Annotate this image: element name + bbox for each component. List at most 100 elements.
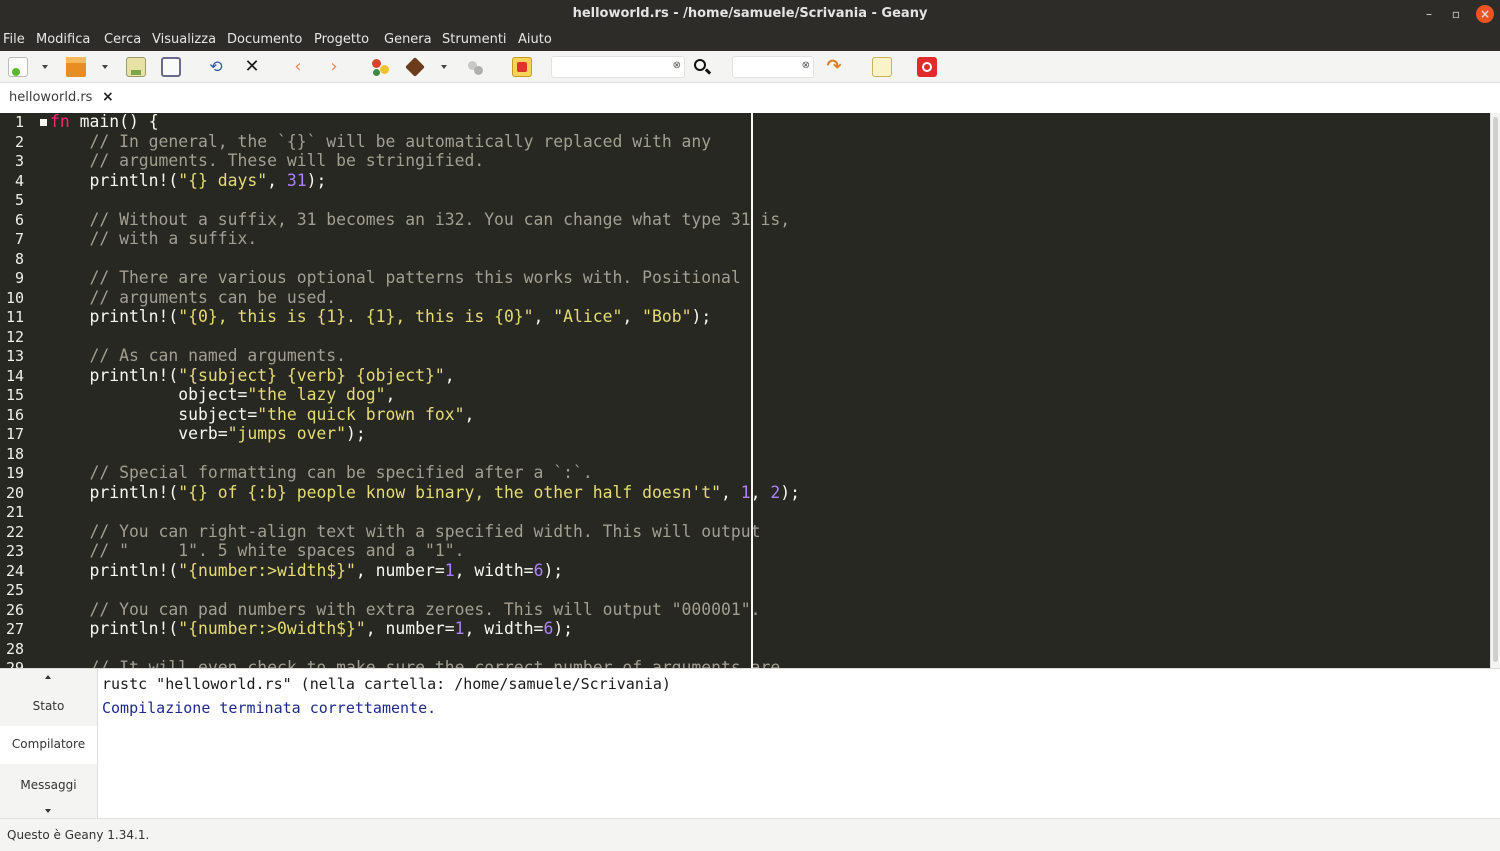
open-file-icon[interactable]: [66, 57, 86, 77]
document-tabs: helloworld.rs ×: [0, 83, 1500, 113]
close-window-button[interactable]: ×: [1476, 5, 1494, 23]
build-icon[interactable]: [405, 57, 425, 77]
long-line-marker: [751, 113, 753, 668]
code-line[interactable]: // You can pad numbers with extra zeroes…: [50, 600, 760, 619]
save-icon[interactable]: [126, 57, 146, 77]
line-number: 6: [14, 210, 24, 229]
chevron-down-icon[interactable]: [42, 65, 48, 69]
editor-scrollbar[interactable]: [1490, 113, 1500, 668]
code-line[interactable]: subject="the quick brown fox",: [50, 405, 474, 424]
code-line[interactable]: println!("{} of {:b} people know binary,…: [50, 483, 800, 502]
code-line[interactable]: // It will even check to make sure the c…: [50, 658, 780, 668]
goto-line-input[interactable]: ⊗: [732, 56, 814, 78]
line-number: 18: [5, 444, 24, 463]
code-line[interactable]: // You can right-align text with a speci…: [50, 521, 761, 541]
maximize-button[interactable]: ▫: [1447, 5, 1465, 23]
menu-documento[interactable]: Documento: [227, 32, 302, 47]
code-line[interactable]: // with a suffix.: [50, 229, 257, 248]
menu-cerca[interactable]: Cerca: [104, 32, 141, 47]
line-number: 24: [5, 561, 24, 580]
execute-icon[interactable]: [465, 57, 485, 77]
tab-stato[interactable]: Stato: [0, 686, 97, 726]
code-token: // You can right-align text with a speci…: [50, 521, 761, 541]
code-line[interactable]: // " 1". 5 white spaces and a "1".: [50, 541, 464, 560]
line-number: 29: [5, 659, 24, 668]
line-number: 17: [5, 425, 24, 443]
line-number: 9: [14, 269, 24, 287]
clear-search-icon[interactable]: ⊗: [673, 60, 681, 71]
code-line[interactable]: object="the lazy dog",: [50, 385, 395, 404]
code-line[interactable]: println!("{} days", 31);: [50, 171, 326, 190]
code-token: "jumps over": [227, 424, 347, 443]
code-token: println!(: [50, 365, 179, 385]
line-number: 12: [5, 327, 24, 346]
code-line[interactable]: // arguments. These will be stringified.: [50, 151, 484, 170]
menu-aiuto[interactable]: Aiuto: [518, 32, 552, 47]
code-token: "the lazy dog": [247, 385, 386, 404]
code-token: , number=: [365, 619, 455, 638]
line-number: 3: [14, 152, 24, 170]
code-line[interactable]: println!("{0}, this is {1}. {1}, this is…: [50, 307, 711, 326]
line-number: 23: [5, 542, 24, 560]
quit-icon[interactable]: [917, 57, 937, 77]
menu-file[interactable]: File: [3, 32, 25, 47]
code-token: println!(: [50, 307, 179, 326]
code-token: 1: [454, 619, 465, 638]
code-line[interactable]: // Special formatting can be specified a…: [50, 463, 592, 482]
jump-to-line-icon[interactable]: ↷: [824, 57, 844, 77]
menu-modifica[interactable]: Modifica: [36, 32, 90, 47]
compile-icon[interactable]: [370, 57, 390, 77]
preferences-icon[interactable]: [872, 57, 892, 77]
menu-progetto[interactable]: Progetto: [314, 32, 369, 47]
scroll-down-icon[interactable]: [45, 809, 51, 813]
close-file-icon[interactable]: ✕: [242, 57, 262, 77]
minimize-button[interactable]: –: [1420, 5, 1438, 23]
tab-messaggi[interactable]: Messaggi: [0, 766, 97, 806]
tab-helloworld[interactable]: helloworld.rs ×: [0, 83, 125, 113]
code-line[interactable]: println!("{number:>0width$}", number=1, …: [50, 619, 573, 638]
code-line[interactable]: // As can named arguments.: [50, 346, 346, 365]
code-token: 6: [533, 560, 544, 580]
code-line[interactable]: // There are various optional patterns t…: [50, 268, 740, 287]
tab-compilatore[interactable]: Compilatore: [0, 726, 97, 764]
code-editor[interactable]: 1 2 3 4 5 6 7 8 9 10 11 12 13 14 15 16 17 18 19 20 21 22 23 24 2…: [0, 113, 1490, 668]
status-text: Questo è Geany 1.34.1.: [7, 828, 150, 842]
code-token: println!(: [50, 482, 179, 502]
clear-goto-icon[interactable]: ⊗: [802, 60, 810, 71]
code-line[interactable]: // arguments can be used.: [50, 288, 336, 307]
code-line[interactable]: println!("{subject} {verb} {object}",: [50, 365, 454, 385]
compiler-result-line[interactable]: Compilazione terminata correttamente.: [102, 699, 436, 717]
menu-strumenti[interactable]: Strumenti: [442, 32, 507, 47]
code-token: ,: [267, 170, 287, 190]
new-file-icon[interactable]: [8, 57, 28, 77]
fold-marker-icon[interactable]: [40, 119, 47, 126]
save-all-icon[interactable]: [161, 57, 181, 77]
chevron-down-icon[interactable]: [441, 65, 447, 69]
color-chooser-icon[interactable]: [512, 57, 532, 77]
code-token: ,: [533, 307, 554, 326]
code-token: // " 1". 5 white spaces and a "1".: [50, 541, 465, 560]
navigate-forward-icon[interactable]: ›: [324, 57, 344, 77]
scrollbar-thumb[interactable]: [1493, 117, 1498, 662]
code-line[interactable]: verb="jumps over");: [50, 424, 366, 443]
code-token: println!(: [50, 560, 179, 580]
revert-icon[interactable]: ⟲: [206, 57, 226, 77]
chevron-down-icon[interactable]: [102, 65, 108, 69]
code-line[interactable]: println!("{number:>width$}", number=1, w…: [50, 561, 563, 580]
menu-genera[interactable]: Genera: [384, 32, 432, 47]
code-token: // Without a suffix, 31 becomes an i32. …: [50, 209, 791, 229]
code-line[interactable]: // In general, the `{}` will be automati…: [50, 132, 711, 151]
search-input[interactable]: ⊗: [551, 56, 685, 78]
navigate-back-icon[interactable]: ‹: [288, 57, 308, 77]
find-icon[interactable]: [692, 57, 712, 77]
code-token: ,: [721, 482, 741, 502]
compiler-command-line[interactable]: rustc "helloworld.rs" (nella cartella: /…: [102, 675, 671, 693]
menu-visualizza[interactable]: Visualizza: [152, 32, 216, 47]
line-number: 14: [5, 366, 24, 385]
close-tab-icon[interactable]: ×: [102, 89, 114, 105]
code-line[interactable]: fn main() {: [50, 113, 159, 131]
code-line[interactable]: // Without a suffix, 31 becomes an i32. …: [50, 210, 790, 229]
scroll-up-icon[interactable]: [45, 675, 51, 679]
code-token: , width=: [454, 560, 534, 580]
status-bar: Questo è Geany 1.34.1.: [0, 818, 1500, 851]
